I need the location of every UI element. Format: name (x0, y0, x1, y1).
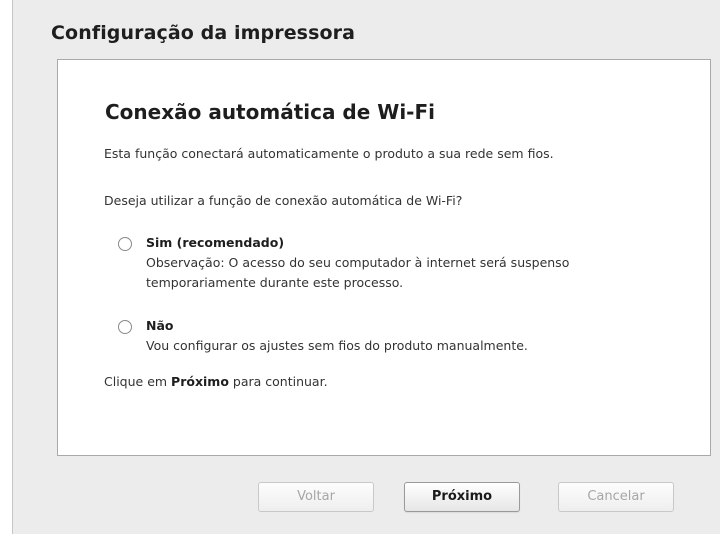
continue-instruction: Clique em Próximo para continuar. (104, 372, 328, 392)
content-panel: Conexão automática de Wi-Fi Esta função … (57, 59, 711, 456)
continue-suffix: para continuar. (228, 374, 328, 389)
next-button[interactable]: Próximo (404, 482, 520, 512)
intro-text: Esta função conectará automaticamente o … (104, 146, 554, 161)
option-no[interactable]: Não Vou configurar os ajustes sem fios d… (118, 316, 528, 356)
cancel-button[interactable]: Cancelar (558, 482, 674, 512)
option-yes-description: Observação: O acesso do seu computador à… (146, 255, 570, 290)
option-no-label[interactable]: Não (146, 316, 528, 336)
radio-no[interactable] (118, 320, 132, 334)
option-no-description: Vou configurar os ajustes sem fios do pr… (146, 338, 528, 353)
radio-yes[interactable] (118, 237, 132, 251)
continue-next-word: Próximo (171, 374, 229, 389)
option-yes[interactable]: Sim (recomendado) Observação: O acesso d… (118, 233, 586, 293)
dialog-title: Configuração da impressora (51, 22, 356, 44)
option-yes-label[interactable]: Sim (recomendado) (146, 233, 586, 253)
continue-prefix: Clique em (104, 374, 172, 389)
printer-setup-window: Configuração da impressora Conexão autom… (12, 0, 720, 534)
panel-heading: Conexão automática de Wi-Fi (105, 100, 435, 124)
question-text: Deseja utilizar a função de conexão auto… (104, 193, 463, 208)
back-button[interactable]: Voltar (258, 482, 374, 512)
